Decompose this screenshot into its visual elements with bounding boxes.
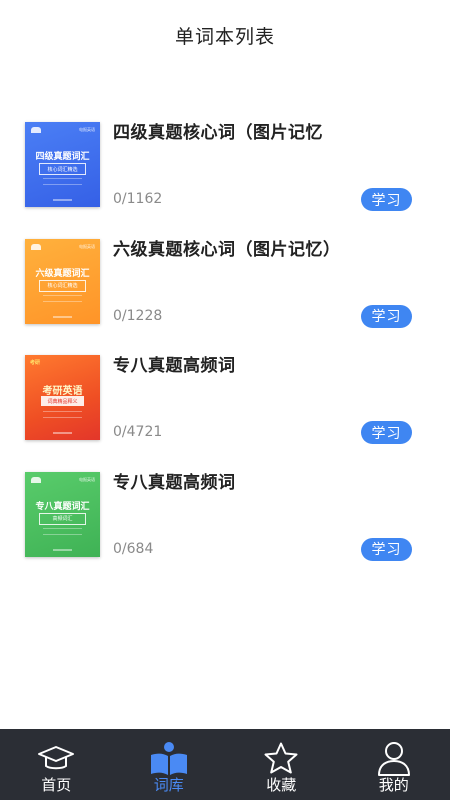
cover-subtitle: 词典精品释义: [41, 396, 84, 406]
cover-decoration: [43, 178, 82, 185]
cover-brand: 电报英语: [79, 127, 95, 132]
user-icon: [377, 742, 410, 776]
cover-subtitle: 核心词汇精选: [39, 163, 86, 175]
cover-decoration: [43, 527, 82, 535]
progress-count: 0/1162: [113, 191, 163, 207]
graduation-cap-icon: [38, 746, 75, 770]
progress-count: 0/4721: [113, 424, 163, 440]
cover-title: 考研英语: [42, 386, 83, 397]
cover-subtitle: 核心词汇精选: [39, 279, 86, 292]
book-name: 六级真题核心词（图片记忆）: [113, 239, 341, 260]
study-button[interactable]: 学习: [361, 421, 412, 444]
open-book-icon: [150, 742, 187, 775]
book-cover[interactable]: 电报英语 六级真题词汇 核心词汇精选: [25, 238, 100, 324]
progress-count: 0/684: [113, 540, 154, 557]
book-name: 专八真题高频词: [113, 356, 236, 376]
logo-icon: [31, 243, 41, 250]
book-cover[interactable]: 考研 考研英语 词典精品释义: [25, 355, 100, 440]
cover-title: 专八真题词汇: [35, 501, 90, 512]
study-button[interactable]: 学习: [361, 188, 412, 211]
list-item[interactable]: 考研 考研英语 词典精品释义 专八真题高频词 0/4721 学习: [0, 345, 450, 462]
cover-decoration: [53, 199, 72, 201]
tab-profile[interactable]: 我的: [338, 729, 450, 800]
book-cover[interactable]: 电报英语 专八真题词汇 高频词汇: [25, 471, 100, 557]
cover-decoration: [53, 548, 72, 551]
tab-wordbank[interactable]: 词库: [113, 729, 226, 800]
list-item[interactable]: 电报英语 六级真题词汇 核心词汇精选 六级真题核心词（图片记忆） 0/1228 …: [0, 229, 450, 346]
progress-count: 0/1228: [113, 307, 163, 324]
tab-label: 我的: [378, 776, 409, 794]
page-title: 单词本列表: [174, 25, 275, 48]
book-name: 四级真题核心词（图片记忆: [113, 123, 323, 143]
tab-favorites[interactable]: 收藏: [225, 729, 338, 800]
list-item[interactable]: 电报英语 专八真题词汇 高频词汇 专八真题高频词 0/684 学习: [0, 462, 450, 579]
cover-decoration: [53, 315, 72, 318]
wordbook-list: 电报英语 四级真题词汇 核心词汇精选 四级真题核心词（图片记忆 0/1162 学…: [0, 112, 450, 578]
logo-icon: [31, 476, 41, 483]
book-name: 专八真题高频词: [113, 472, 236, 493]
cover-title: 六级真题词汇: [35, 268, 90, 279]
tab-label: 词库: [153, 776, 184, 794]
cover-brand: 电报英语: [79, 243, 95, 249]
cover-subtitle: 高频词汇: [39, 512, 86, 525]
study-button[interactable]: 学习: [361, 537, 412, 561]
cover-decoration: [43, 294, 82, 302]
tab-label: 收藏: [266, 776, 297, 794]
cover-decoration: [43, 411, 82, 418]
logo-icon: [31, 127, 41, 133]
study-button[interactable]: 学习: [361, 304, 412, 328]
book-cover[interactable]: 电报英语 四级真题词汇 核心词汇精选: [25, 122, 100, 207]
top-bar: 单词本列表: [0, 0, 450, 70]
cover-brand: 电报英语: [79, 476, 95, 482]
cover-title: 四级真题词汇: [35, 152, 90, 162]
tab-home[interactable]: 首页: [0, 729, 113, 800]
bottom-tab-bar: 首页 词库 收藏 我的: [0, 729, 450, 800]
star-icon: [264, 742, 298, 774]
cover-brand: 考研: [30, 360, 41, 366]
cover-decoration: [53, 432, 72, 434]
tab-label: 首页: [41, 776, 72, 794]
list-item[interactable]: 电报英语 四级真题词汇 核心词汇精选 四级真题核心词（图片记忆 0/1162 学…: [0, 112, 450, 229]
